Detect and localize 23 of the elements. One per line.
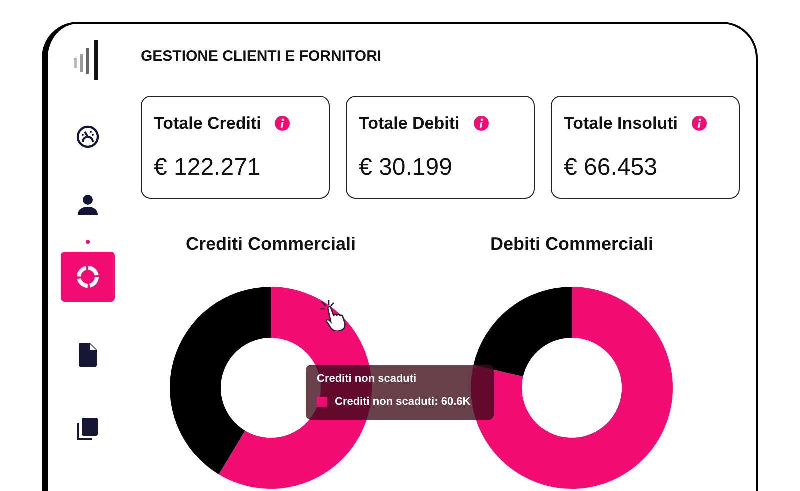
indicator-dot — [86, 240, 90, 244]
copies-icon — [77, 417, 99, 441]
card-title: Totale Crediti — [154, 112, 262, 134]
donut-icon — [75, 264, 101, 290]
gauge-icon — [76, 125, 100, 149]
app-title: GESTIONE CLIENTI E FORNITORI — [141, 47, 383, 67]
legend-swatch — [317, 396, 327, 407]
info-icon[interactable] — [275, 116, 290, 131]
donut-slice[interactable] — [170, 286, 271, 474]
chart-title: Crediti Commerciali — [184, 232, 358, 256]
donut-slice[interactable] — [474, 286, 572, 376]
card-title: Totale Debiti — [359, 112, 460, 134]
chart-title: Debiti Commerciali — [489, 232, 655, 256]
tooltip-title: Crediti non scaduti — [317, 372, 418, 387]
card-title: Totale Insoluti — [564, 112, 678, 134]
info-icon[interactable] — [474, 116, 489, 131]
card-value: € 66.453 — [564, 153, 658, 183]
card-value: € 122.271 — [154, 153, 262, 183]
person-icon — [77, 194, 99, 216]
tooltip-value: Crediti non scaduti: 60.6K — [335, 394, 471, 410]
document-icon — [79, 343, 97, 367]
info-icon[interactable] — [692, 116, 707, 131]
card-value: € 30.199 — [359, 153, 454, 183]
